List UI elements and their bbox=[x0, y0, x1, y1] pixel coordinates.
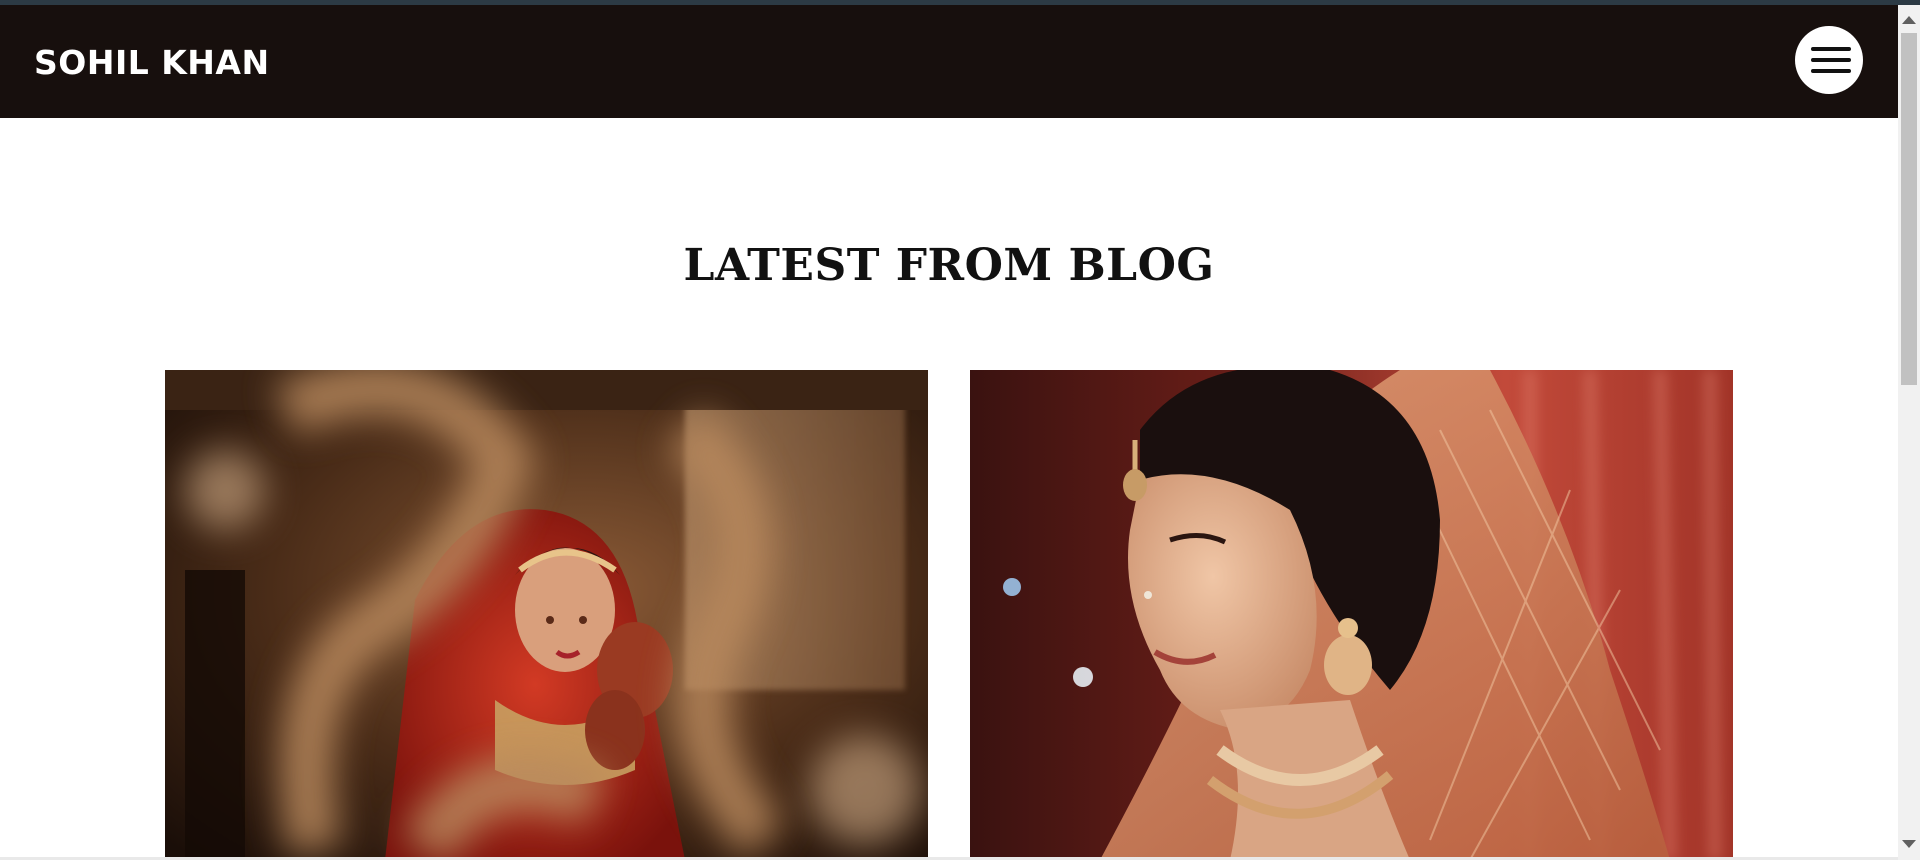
brand-logo[interactable]: SOHIL KHAN bbox=[34, 43, 270, 82]
blog-card-image-2[interactable] bbox=[970, 370, 1733, 860]
scrollbar-thumb[interactable] bbox=[1901, 33, 1917, 385]
menu-button[interactable] bbox=[1795, 26, 1863, 94]
scroll-up-arrow-icon[interactable] bbox=[1902, 16, 1916, 24]
bride-photo-1 bbox=[165, 370, 928, 860]
hamburger-menu-icon bbox=[1811, 47, 1851, 73]
vertical-scrollbar[interactable] bbox=[1898, 5, 1920, 860]
navbar: SOHIL KHAN bbox=[0, 5, 1898, 118]
blog-card-image-1[interactable] bbox=[165, 370, 928, 860]
bride-photo-2 bbox=[970, 370, 1733, 860]
scroll-down-arrow-icon[interactable] bbox=[1902, 840, 1916, 848]
section-title: LATEST FROM BLOG bbox=[683, 240, 1215, 291]
